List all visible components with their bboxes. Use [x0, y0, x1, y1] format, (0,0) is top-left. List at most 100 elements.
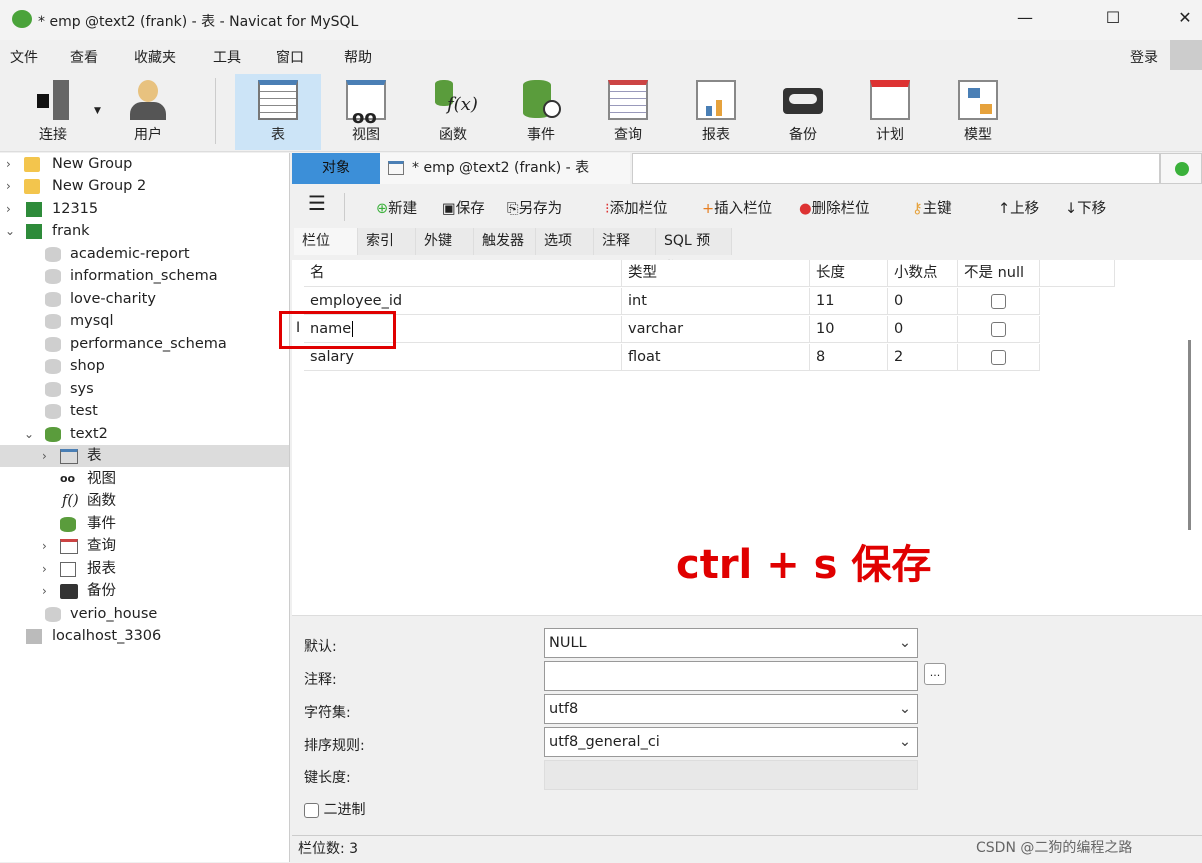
tree-item-tables[interactable]: › 表	[0, 445, 289, 467]
tree-item[interactable]: verio_house	[0, 603, 289, 625]
cell-type[interactable]: float	[622, 344, 810, 371]
subtab-options[interactable]: 选项	[536, 228, 594, 255]
column-header-name[interactable]: 名	[304, 260, 622, 287]
menu-help[interactable]: 帮助	[344, 47, 372, 67]
tree-item[interactable]: › New Group 2	[0, 175, 289, 197]
tree-item[interactable]: › 查询	[0, 535, 289, 557]
subtab-sql-preview[interactable]: SQL 预览	[656, 228, 732, 276]
delete-field-button[interactable]: ●删除栏位	[799, 197, 870, 218]
tree-item[interactable]: shop	[0, 355, 289, 377]
tree-item[interactable]: ⌄ frank	[0, 220, 289, 242]
tool-query[interactable]: 查询	[585, 74, 671, 150]
collation-select[interactable]: utf8_general_ci ⌄	[544, 727, 918, 757]
not-null-checkbox[interactable]	[991, 321, 1006, 337]
cell-length[interactable]: 8	[810, 344, 888, 371]
cell-type[interactable]: int	[622, 288, 810, 315]
default-select[interactable]: NULL ⌄	[544, 628, 918, 658]
cell-type[interactable]: varchar	[622, 316, 810, 343]
navicat-logo-icon	[12, 10, 32, 28]
tree-item[interactable]: › 12315	[0, 198, 289, 220]
tool-event[interactable]: 事件	[498, 74, 584, 150]
tree-item[interactable]: f() 函数	[0, 490, 289, 512]
minimize-button[interactable]: —	[1010, 8, 1040, 32]
table-icon	[60, 449, 78, 464]
save-as-button[interactable]: ⎘另存为	[507, 197, 562, 218]
vertical-scrollbar[interactable]	[1188, 340, 1191, 530]
watermark: CSDN @二狗的编程之路	[976, 840, 1133, 856]
close-button[interactable]: ✕	[1170, 8, 1200, 32]
hamburger-menu-icon[interactable]: ☰	[308, 191, 326, 215]
comment-expand-button[interactable]: ...	[924, 663, 946, 685]
column-header-decimals[interactable]: 小数点	[888, 260, 958, 287]
move-up-button[interactable]: ↑上移	[998, 197, 1039, 218]
cell-length[interactable]: 11	[810, 288, 888, 315]
menu-favorites[interactable]: 收藏夹	[134, 47, 176, 67]
tool-table[interactable]: 表	[235, 74, 321, 150]
new-button[interactable]: ⊕新建	[376, 197, 417, 218]
charset-select[interactable]: utf8 ⌄	[544, 694, 918, 724]
new-tab-button[interactable]	[1160, 153, 1202, 184]
key-icon: ⚷	[912, 201, 923, 217]
tree-item[interactable]: ⌄ text2	[0, 423, 289, 445]
model-icon	[958, 80, 998, 120]
primary-key-button[interactable]: ⚷主键	[912, 197, 952, 218]
menu-view[interactable]: 查看	[70, 47, 98, 67]
column-header-type[interactable]: 类型	[622, 260, 810, 287]
subtab-foreign-keys[interactable]: 外键	[416, 228, 474, 255]
add-field-button[interactable]: ⁝添加栏位	[605, 197, 668, 218]
table-designer: 对象 * emp @text2 (frank) - 表 ☰ ⊕新建 ▣保存 ⎘另…	[279, 153, 1202, 862]
menu-file[interactable]: 文件	[10, 47, 38, 67]
cell-decimals[interactable]: 2	[888, 344, 958, 371]
tree-item[interactable]: mysql	[0, 310, 289, 332]
save-button[interactable]: ▣保存	[442, 197, 485, 218]
tool-schedule[interactable]: 计划	[847, 74, 933, 150]
subtab-triggers[interactable]: 触发器	[474, 228, 536, 255]
not-null-checkbox[interactable]	[991, 349, 1006, 365]
menu-tools[interactable]: 工具	[213, 47, 241, 67]
menu-window[interactable]: 窗口	[276, 47, 304, 67]
not-null-checkbox[interactable]	[991, 293, 1006, 309]
insert-field-button[interactable]: +插入栏位	[702, 197, 772, 218]
tree-item[interactable]: performance_schema	[0, 333, 289, 355]
chevron-down-icon[interactable]: ▼	[94, 106, 101, 116]
subtab-indexes[interactable]: 索引	[358, 228, 416, 255]
column-header-length[interactable]: 长度	[810, 260, 888, 287]
default-label: 默认:	[304, 639, 337, 655]
maximize-button[interactable]: ☐	[1098, 8, 1128, 32]
tab-table-design[interactable]: * emp @text2 (frank) - 表	[380, 153, 630, 184]
tool-user[interactable]: 用户	[105, 74, 191, 150]
subtab-comment[interactable]: 注释	[594, 228, 656, 255]
tree-item[interactable]: 事件	[0, 513, 289, 535]
tab-objects[interactable]: 对象	[292, 153, 380, 184]
chevron-down-icon: ⌄	[898, 734, 911, 750]
tree-item[interactable]: academic-report	[0, 243, 289, 265]
tree-item[interactable]: › New Group	[0, 153, 289, 175]
tree-item[interactable]: information_schema	[0, 265, 289, 287]
cell-decimals[interactable]: 0	[888, 288, 958, 315]
tool-function[interactable]: f(x) 函数	[410, 74, 496, 150]
comment-input[interactable]	[544, 661, 918, 691]
tool-connect[interactable]: 连接	[10, 74, 96, 150]
tree-item[interactable]: localhost_3306	[0, 625, 289, 647]
tree-item[interactable]: › 报表	[0, 558, 289, 580]
column-header-not-null[interactable]: 不是 null	[958, 260, 1040, 287]
cell-length[interactable]: 10	[810, 316, 888, 343]
tree-item[interactable]: love-charity	[0, 288, 289, 310]
highlight-box	[279, 311, 396, 349]
tree-item[interactable]: test	[0, 400, 289, 422]
cell-decimals[interactable]: 0	[888, 316, 958, 343]
subtab-fields[interactable]: 栏位	[294, 228, 358, 255]
user-avatar-icon[interactable]	[1170, 40, 1202, 70]
move-down-button[interactable]: ↓下移	[1065, 197, 1106, 218]
tree-item[interactable]: oo 视图	[0, 468, 289, 490]
tool-model[interactable]: 模型	[935, 74, 1021, 150]
tree-item[interactable]: sys	[0, 378, 289, 400]
binary-checkbox[interactable]: 二进制	[304, 799, 365, 819]
tool-report[interactable]: 报表	[673, 74, 759, 150]
tree-item[interactable]: › 备份	[0, 580, 289, 602]
table-icon	[258, 80, 298, 120]
tool-view[interactable]: oo 视图	[323, 74, 409, 150]
tool-backup[interactable]: 备份	[760, 74, 846, 150]
login-link[interactable]: 登录	[1130, 47, 1158, 67]
arrow-up-icon: ↑	[998, 201, 1011, 217]
